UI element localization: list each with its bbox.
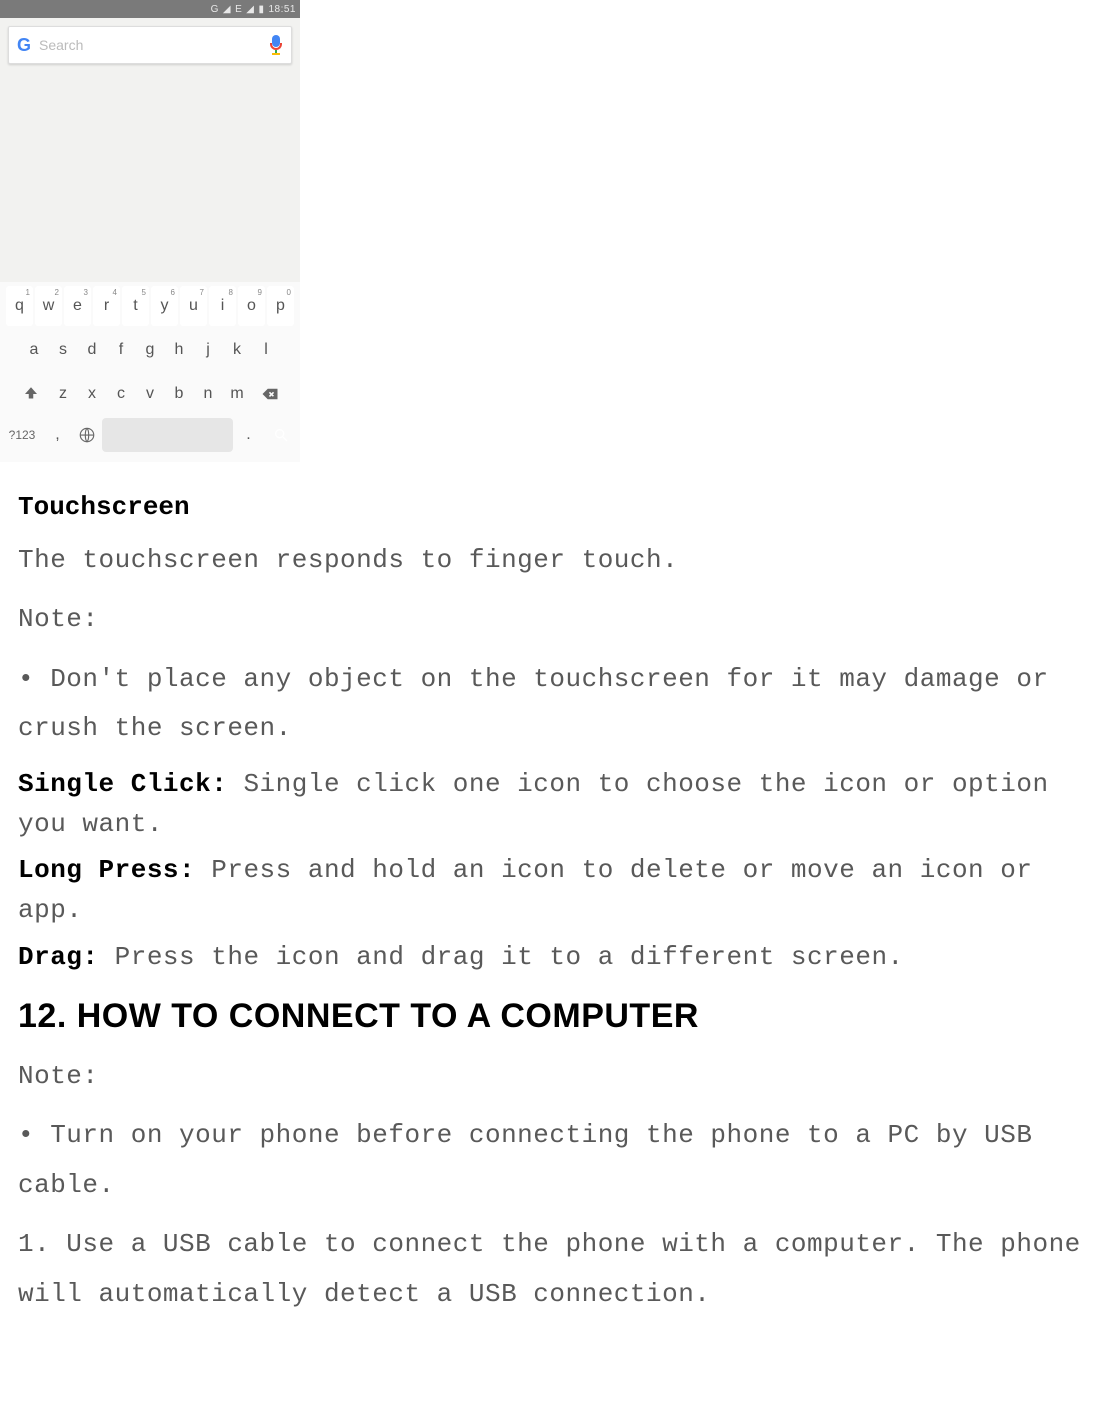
key-v[interactable]: v — [137, 374, 164, 414]
key-t[interactable]: t5 — [122, 286, 149, 326]
search-icon — [273, 427, 289, 443]
para-bullet1: • Don't place any object on the touchscr… — [18, 655, 1102, 754]
para-bullet2: • Turn on your phone before connecting t… — [18, 1111, 1102, 1210]
search-input[interactable] — [39, 37, 261, 53]
key-w[interactable]: w2 — [35, 286, 62, 326]
search-bar[interactable]: G — [8, 26, 292, 64]
backspace-icon — [261, 385, 279, 403]
key-j[interactable]: j — [195, 330, 222, 370]
key-l[interactable]: l — [253, 330, 280, 370]
key-f[interactable]: f — [108, 330, 135, 370]
keyboard-row-4: ?123 , . — [2, 418, 298, 452]
key-k[interactable]: k — [224, 330, 251, 370]
key-b[interactable]: b — [166, 374, 193, 414]
network-indicator: G — [211, 4, 219, 15]
key-r[interactable]: r4 — [93, 286, 120, 326]
key-d[interactable]: d — [79, 330, 106, 370]
status-bar: G ◢ E ◢ ▮ 18:51 — [0, 0, 300, 18]
text-drag: Press the icon and drag it to a differen… — [115, 942, 904, 972]
keyboard-row-3: z x c v b n m — [2, 374, 298, 414]
para-step1: 1. Use a USB cable to connect the phone … — [18, 1220, 1102, 1319]
empty-area — [0, 72, 300, 282]
shift-icon — [22, 385, 40, 403]
document-body: Touchscreen The touchscreen responds to … — [0, 492, 1120, 1359]
para-note1: Note: — [18, 595, 1102, 644]
key-u[interactable]: u7 — [180, 286, 207, 326]
heading-section-12: 12. HOW TO CONNECT TO A COMPUTER — [18, 997, 1102, 1036]
keyboard-row-1: q1 w2 e3 r4 t5 y6 u7 i8 o9 p0 — [2, 286, 298, 326]
backspace-key[interactable] — [253, 374, 287, 414]
search-bar-container: G — [0, 18, 300, 72]
para-note2: Note: — [18, 1052, 1102, 1101]
key-i[interactable]: i8 — [209, 286, 236, 326]
mic-icon[interactable] — [269, 35, 283, 55]
para-single-click: Single Click: Single click one icon to c… — [18, 764, 1102, 845]
keyboard-row-2: a s d f g h j k l — [2, 330, 298, 370]
para-responds: The touchscreen responds to finger touch… — [18, 536, 1102, 585]
network-extra: E — [235, 4, 242, 15]
battery-icon: ▮ — [258, 4, 264, 15]
period-key[interactable]: . — [235, 418, 262, 452]
label-single-click: Single Click: — [18, 769, 243, 799]
label-long-press: Long Press: — [18, 855, 211, 885]
key-h[interactable]: h — [166, 330, 193, 370]
key-n[interactable]: n — [195, 374, 222, 414]
key-a[interactable]: a — [21, 330, 48, 370]
key-y[interactable]: y6 — [151, 286, 178, 326]
key-c[interactable]: c — [108, 374, 135, 414]
key-o[interactable]: o9 — [238, 286, 265, 326]
key-e[interactable]: e3 — [64, 286, 91, 326]
key-x[interactable]: x — [79, 374, 106, 414]
signal-icon: ◢ — [223, 4, 231, 15]
key-q[interactable]: q1 — [6, 286, 33, 326]
globe-icon — [78, 426, 96, 444]
language-key[interactable] — [73, 418, 100, 452]
para-long-press: Long Press: Press and hold an icon to de… — [18, 850, 1102, 931]
symbols-key[interactable]: ?123 — [2, 418, 42, 452]
key-z[interactable]: z — [50, 374, 77, 414]
comma-key[interactable]: , — [44, 418, 71, 452]
key-s[interactable]: s — [50, 330, 77, 370]
label-drag: Drag: — [18, 942, 115, 972]
heading-touchscreen: Touchscreen — [18, 492, 1102, 522]
search-go-key[interactable] — [264, 418, 298, 452]
clock: 18:51 — [268, 4, 296, 15]
key-p[interactable]: p0 — [267, 286, 294, 326]
spacebar-key[interactable] — [102, 418, 233, 452]
para-drag: Drag: Press the icon and drag it to a di… — [18, 937, 1102, 977]
shift-key[interactable] — [14, 374, 48, 414]
on-screen-keyboard: q1 w2 e3 r4 t5 y6 u7 i8 o9 p0 a s d f g … — [0, 282, 300, 462]
key-g[interactable]: g — [137, 330, 164, 370]
google-logo-icon: G — [17, 35, 31, 56]
phone-screenshot: G ◢ E ◢ ▮ 18:51 G q1 w2 e3 r4 t5 y6 u7 i… — [0, 0, 300, 462]
signal2-icon: ◢ — [246, 4, 254, 15]
key-m[interactable]: m — [224, 374, 251, 414]
